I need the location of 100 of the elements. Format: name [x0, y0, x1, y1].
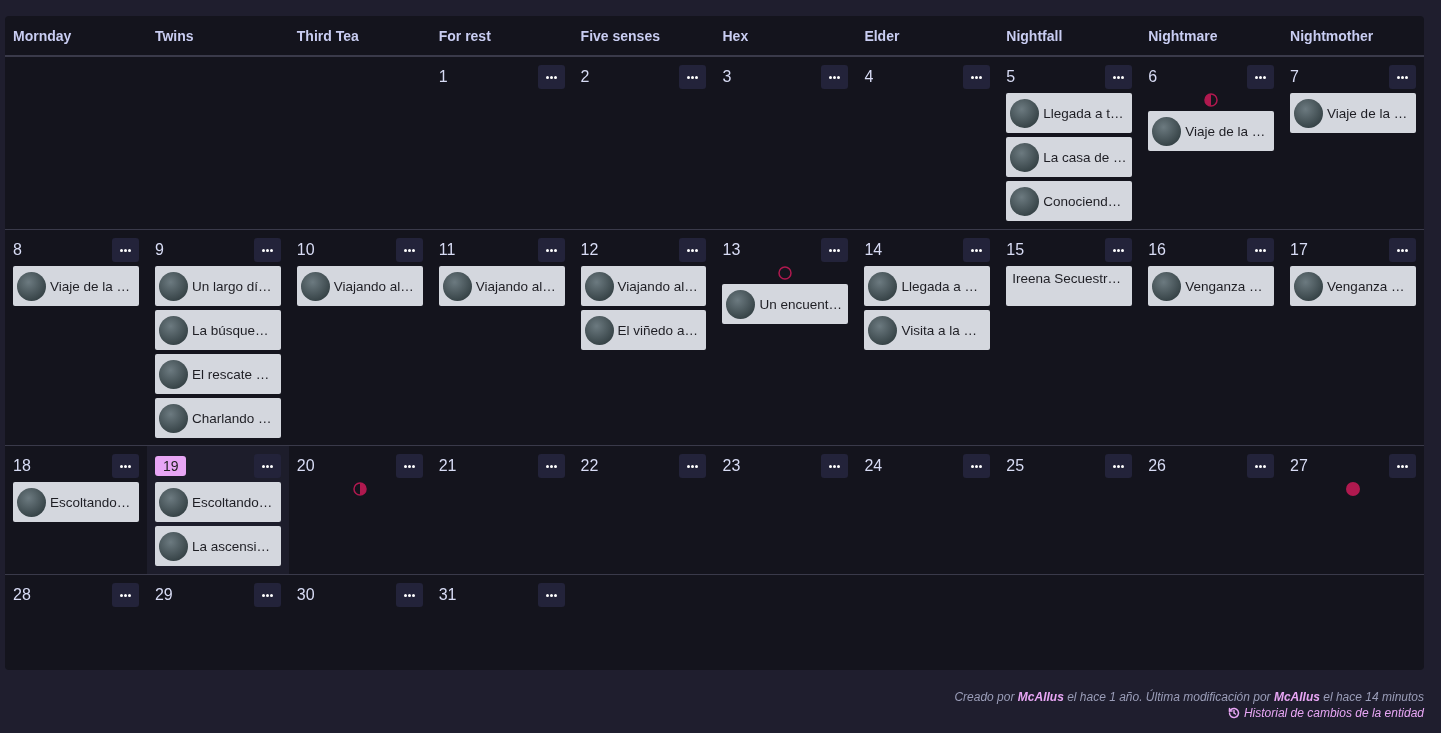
more-button[interactable] — [679, 238, 707, 262]
more-button[interactable] — [821, 238, 849, 262]
more-icon — [1397, 75, 1408, 79]
more-button[interactable] — [821, 65, 849, 89]
day-number: 4 — [864, 68, 874, 86]
event-card[interactable]: Venganza … — [1148, 266, 1275, 306]
more-button[interactable] — [679, 65, 707, 89]
more-icon — [119, 593, 131, 597]
more-button[interactable] — [679, 454, 707, 478]
author-link[interactable]: McAllus — [1273, 690, 1320, 704]
event-card[interactable]: Escoltando… — [154, 482, 281, 522]
event-title: Viaje de la … — [1327, 105, 1408, 121]
event-card[interactable]: Viajando al… — [296, 266, 423, 306]
more-button[interactable] — [1389, 238, 1416, 262]
more-button[interactable] — [821, 454, 849, 478]
event-title: El rescate … — [191, 366, 270, 382]
more-button[interactable] — [253, 238, 281, 262]
photo-placeholder — [158, 315, 188, 345]
more-icon — [545, 248, 557, 252]
event-card[interactable]: Viaje de la … — [1290, 93, 1416, 133]
event-card[interactable]: La casa de … — [1006, 137, 1133, 177]
more-button[interactable] — [253, 454, 281, 478]
more-button[interactable] — [395, 583, 423, 607]
more-button[interactable] — [963, 65, 991, 89]
event-card[interactable]: Viajando al… — [580, 266, 707, 306]
event-card[interactable]: Visita a la … — [864, 310, 991, 350]
event-card[interactable]: Un encuent… — [722, 284, 849, 324]
more-icon — [119, 248, 131, 252]
more-button[interactable] — [963, 454, 991, 478]
more-button[interactable] — [1389, 454, 1416, 478]
more-button[interactable] — [395, 238, 423, 262]
event-card[interactable]: Llegada a t… — [1006, 93, 1133, 133]
more-button[interactable] — [1247, 65, 1275, 89]
day-number: 25 — [1006, 457, 1025, 475]
event-card[interactable]: La ascensi… — [154, 526, 281, 566]
more-icon — [1397, 464, 1408, 468]
more-button[interactable] — [111, 454, 139, 478]
more-button[interactable] — [1247, 454, 1275, 478]
history-link[interactable]: Historial de cambios de la entidad — [1227, 706, 1424, 720]
event-card[interactable]: Conociend… — [1006, 181, 1133, 221]
event-card[interactable]: Venganza … — [1290, 266, 1416, 306]
more-button[interactable] — [537, 65, 565, 89]
event-title: La búsque… — [191, 322, 269, 338]
day-number: 21 — [438, 457, 457, 475]
more-button[interactable] — [111, 583, 139, 607]
history-icon — [1227, 707, 1240, 719]
event-title: Llegada a … — [901, 278, 978, 294]
event-card[interactable]: Llegada a … — [864, 266, 991, 306]
photo-placeholder — [1010, 186, 1040, 216]
day-number: 2 — [580, 68, 590, 86]
more-button[interactable] — [1105, 65, 1133, 89]
event-card[interactable]: Viaje de la … — [13, 266, 139, 306]
day-number: 13 — [722, 241, 741, 259]
weekday-header: Five senses — [572, 16, 715, 57]
more-button[interactable] — [1389, 65, 1416, 89]
event-card[interactable]: Viaje de la … — [1148, 111, 1275, 151]
photo-placeholder — [1152, 271, 1182, 301]
event-title: Visita a la … — [901, 322, 977, 338]
more-button[interactable] — [1247, 238, 1275, 262]
event-card[interactable]: El rescate … — [154, 354, 281, 394]
more-icon — [687, 248, 699, 252]
more-icon — [1255, 248, 1267, 252]
day-number: 14 — [864, 241, 883, 259]
day-number: 15 — [1006, 241, 1025, 259]
day-number: 11 — [438, 241, 456, 259]
more-button[interactable] — [537, 583, 565, 607]
event-title: Venganza … — [1327, 278, 1405, 294]
event-card[interactable]: Un largo dí… — [154, 266, 281, 306]
event-card[interactable]: La búsque… — [154, 310, 281, 350]
photo-placeholder — [158, 359, 188, 389]
event-card[interactable]: Ireena Secuestr… — [1006, 266, 1133, 306]
more-button[interactable] — [395, 454, 423, 478]
photo-placeholder — [1010, 142, 1040, 172]
photo-placeholder — [158, 531, 188, 561]
more-button[interactable] — [1105, 454, 1133, 478]
event-card[interactable]: Viajando al… — [438, 266, 565, 306]
day-number: 9 — [154, 241, 164, 259]
more-button[interactable] — [963, 238, 991, 262]
event-card[interactable]: Escoltando… — [13, 482, 139, 522]
photo-placeholder — [158, 403, 188, 433]
weekday-header: Nightmare — [1140, 16, 1283, 57]
event-card[interactable]: Charlando … — [154, 398, 281, 438]
photo-placeholder — [158, 271, 188, 301]
photo-placeholder — [726, 289, 756, 319]
photo-placeholder — [17, 487, 46, 517]
more-icon — [403, 464, 415, 468]
more-button[interactable] — [537, 454, 565, 478]
event-title: Viajando al… — [617, 278, 698, 294]
weekday-header: Nightfall — [998, 16, 1141, 57]
more-button[interactable] — [111, 238, 139, 262]
day-number: 17 — [1290, 241, 1308, 259]
more-button[interactable] — [537, 238, 565, 262]
more-button[interactable] — [1105, 238, 1133, 262]
more-icon — [1113, 75, 1125, 79]
photo-placeholder — [868, 315, 898, 345]
author-link[interactable]: McAllus — [1017, 690, 1064, 704]
event-card[interactable]: El viñedo a… — [580, 310, 707, 350]
more-icon — [261, 248, 273, 252]
more-button[interactable] — [253, 583, 281, 607]
event-title: Conociend… — [1043, 193, 1122, 209]
